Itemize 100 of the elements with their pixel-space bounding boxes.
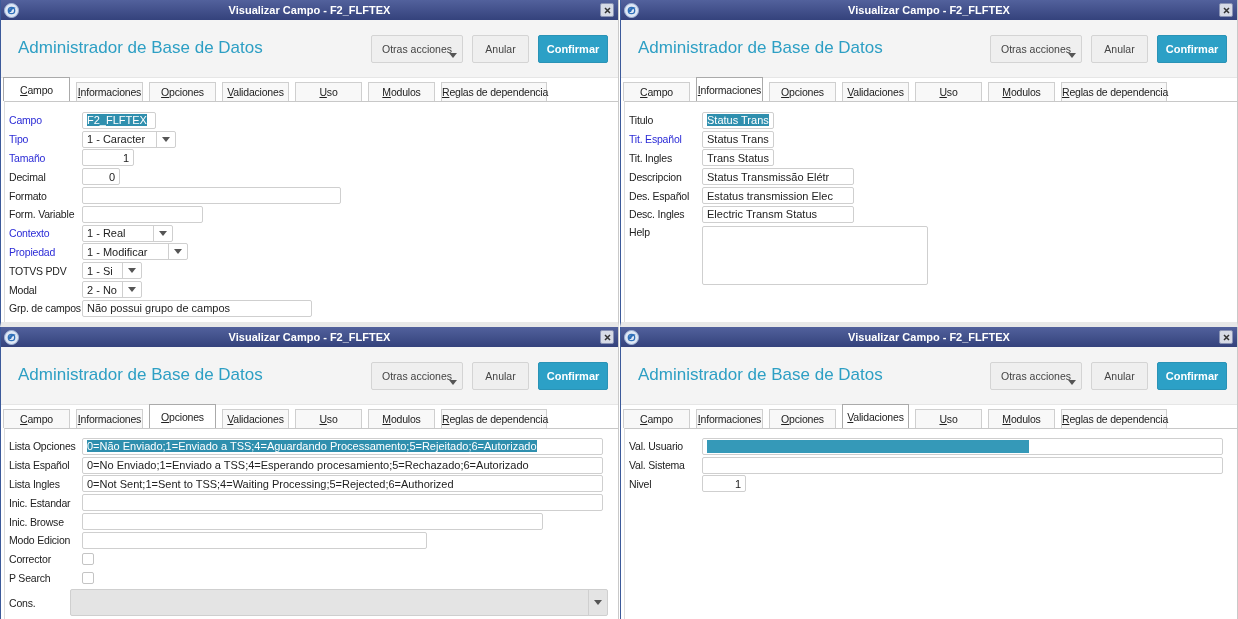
field-label: Decimal (9, 170, 47, 183)
tab[interactable]: Uso (295, 82, 362, 101)
dropdown-field[interactable]: 1 - Si (82, 262, 142, 280)
cancel-button[interactable]: Anular (472, 34, 529, 63)
close-icon (1222, 333, 1230, 341)
tab[interactable]: Validaciones (842, 404, 909, 428)
input-field[interactable]: 0 (82, 168, 120, 186)
field-label: Corrector (9, 553, 52, 566)
caret-icon (162, 136, 170, 142)
cancel-button[interactable]: Anular (472, 361, 529, 390)
logo-icon (624, 329, 639, 345)
caret-icon (449, 379, 457, 385)
dropdown-field[interactable]: 1 - Real (82, 224, 173, 242)
tab[interactable]: Opciones (149, 82, 216, 101)
tab[interactable]: Campo (623, 409, 690, 428)
cancel-button[interactable]: Anular (1091, 34, 1148, 63)
dropdown-field[interactable]: 1 - Caracter (82, 130, 176, 148)
caret-icon (594, 600, 602, 606)
tab[interactable]: Informaciones (696, 409, 763, 428)
input-field[interactable]: Electric Transm Status (702, 205, 854, 223)
field-label: Form. Variable (9, 208, 76, 221)
field-label: Tipo (9, 133, 30, 146)
checkbox[interactable] (82, 571, 94, 584)
text-area[interactable] (702, 225, 928, 285)
tab[interactable]: Modulos (368, 409, 435, 428)
logo-icon (624, 2, 639, 18)
field-label: Des. Español (629, 189, 691, 202)
tab[interactable]: Reglas de dependencia (1061, 409, 1167, 428)
logo-icon (4, 2, 19, 18)
menu-button[interactable]: Otras acciones (990, 361, 1082, 390)
page-heading: Administrador de Base de Datos (638, 364, 883, 385)
input-field[interactable]: 1 (82, 149, 134, 167)
tab[interactable]: Opciones (769, 82, 836, 101)
tab[interactable]: Campo (3, 409, 70, 428)
tab[interactable]: Reglas de dependencia (441, 82, 547, 101)
tab[interactable]: Uso (295, 409, 362, 428)
field-label: Val. Usuario (629, 440, 684, 453)
tab[interactable]: Modulos (988, 82, 1055, 101)
tab[interactable]: Informaciones (76, 82, 143, 101)
tab[interactable]: Opciones (149, 404, 216, 428)
tab[interactable]: Modulos (988, 409, 1055, 428)
tab[interactable]: Uso (915, 409, 982, 428)
tab[interactable]: Campo (623, 82, 690, 101)
field-label: Desc. Ingles (629, 208, 686, 221)
field-label: Lista Ingles (9, 478, 61, 490)
field-label: Lista Opciones (9, 440, 77, 453)
input-field[interactable]: Status Trans (702, 111, 774, 129)
input-field[interactable] (82, 513, 543, 531)
field-label: Titulo (629, 114, 655, 127)
field-label: Lista Español (9, 459, 71, 472)
caret-icon (128, 268, 136, 274)
menu-button[interactable]: Otras acciones (371, 361, 463, 390)
dropdown-field[interactable]: 2 - No (82, 281, 142, 299)
input-field[interactable]: 0=No Enviado;1=Enviado a TSS;4=Esperando procesamiento;5=Rechazado;6=Autorizado (82, 456, 603, 474)
close-icon (603, 6, 611, 14)
input-field[interactable] (82, 494, 603, 512)
window-title: Visualizar Campo - F2_FLFTEX (227, 4, 392, 16)
page-heading: Administrador de Base de Datos (638, 37, 883, 58)
checkbox[interactable] (82, 553, 94, 566)
tab[interactable]: Reglas de dependencia (1061, 82, 1167, 101)
input-field[interactable]: 0=Não Enviado;1=Enviado a TSS;4=Aguardando Processamento;5=Rejeitado;6=Autorizado (82, 437, 603, 455)
input-field[interactable] (702, 456, 1223, 474)
field-label: TOTVS PDV (9, 264, 68, 277)
tab[interactable]: Campo (3, 77, 70, 101)
input-field[interactable] (702, 437, 1223, 455)
field-label: Formato (9, 189, 48, 202)
close-button[interactable] (1219, 3, 1233, 17)
tab[interactable]: Modulos (368, 82, 435, 101)
cancel-button[interactable]: Anular (1091, 361, 1148, 390)
tab[interactable]: Validaciones (222, 82, 289, 101)
dropdown-field[interactable]: 1 - Modificar (82, 243, 188, 261)
menu-button[interactable]: Otras acciones (990, 34, 1082, 63)
tab[interactable]: Validaciones (222, 409, 289, 428)
input-field[interactable] (82, 531, 427, 549)
tab[interactable]: Reglas de dependencia (441, 409, 547, 428)
tab[interactable]: Informaciones (696, 77, 763, 101)
field-label: Tamaño (9, 152, 47, 164)
close-button[interactable] (600, 330, 614, 344)
tab[interactable]: Validaciones (842, 82, 909, 101)
close-button[interactable] (600, 3, 614, 17)
tab[interactable]: Uso (915, 82, 982, 101)
input-field[interactable]: Status Transmissão Elétr (702, 168, 854, 186)
menu-button[interactable]: Otras acciones (371, 34, 463, 63)
close-button[interactable] (1219, 330, 1233, 344)
input-field[interactable]: Status Trans (702, 130, 774, 148)
close-icon (603, 333, 611, 341)
input-field[interactable]: Estatus transmission Elec (702, 187, 854, 205)
input-field[interactable] (82, 205, 203, 223)
input-field[interactable]: 0=Not Sent;1=Sent to TSS;4=Waiting Processing;5=Rejected;6=Authorized (82, 475, 603, 493)
input-field[interactable] (82, 187, 341, 205)
field-label: Tit. Español (629, 133, 683, 146)
field-label: Help (629, 225, 651, 238)
caret-icon (174, 249, 182, 255)
tab[interactable]: Informaciones (76, 409, 143, 428)
input-field[interactable]: Trans Status (702, 149, 774, 167)
input-field[interactable]: 1 (702, 475, 746, 493)
input-field[interactable]: Não possui grupo de campos (82, 299, 312, 317)
input-field[interactable]: F2_FLFTEX (82, 111, 156, 129)
close-icon (1222, 6, 1230, 14)
tab[interactable]: Opciones (769, 409, 836, 428)
